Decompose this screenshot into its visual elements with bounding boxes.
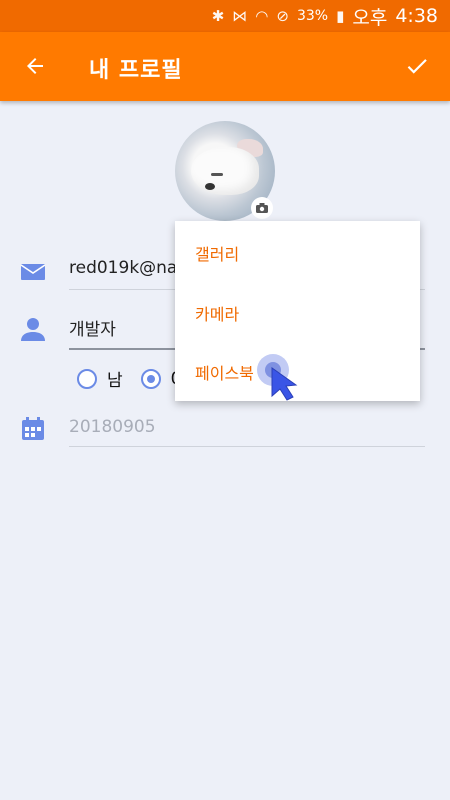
calendar-icon: [22, 417, 44, 440]
vibrate-icon: ⋈: [232, 7, 248, 25]
gender-male-radio[interactable]: [77, 368, 97, 389]
arrow-back-icon: [27, 58, 43, 74]
page-title: 내 프로필: [89, 58, 183, 83]
menu-item-facebook[interactable]: 페이스북: [195, 360, 254, 384]
name-value: 개발자: [69, 320, 116, 340]
menu-item-gallery[interactable]: 갤러리: [195, 241, 239, 265]
change-photo-button[interactable]: [251, 197, 273, 219]
ampm: 오후: [352, 6, 388, 29]
menu-item-camera[interactable]: 카메라: [195, 301, 239, 325]
gender-male-label: 남: [107, 371, 123, 391]
camera-icon: [256, 203, 268, 213]
wifi-icon: ◠: [255, 7, 269, 25]
check-icon: [407, 59, 427, 74]
avatar-image-nose: [205, 183, 215, 190]
back-button[interactable]: [18, 49, 52, 83]
confirm-button[interactable]: [400, 49, 434, 83]
app-bar: 내 프로필: [0, 32, 450, 101]
clock: 4:38: [395, 5, 438, 27]
email-value: red019k@nav: [69, 258, 188, 278]
email-icon: [20, 264, 46, 280]
avatar-image-eye: [211, 173, 223, 176]
pointer-cursor-icon: [271, 367, 298, 401]
do-not-disturb-icon: ⊘: [276, 7, 289, 25]
battery-percent: 33%: [296, 8, 329, 24]
person-icon: [21, 318, 45, 341]
gender-radio-group: 남 0: [77, 366, 189, 391]
status-bar: ✱ ⋈ ◠ ⊘ 33% ▮ 오후 4:38: [0, 0, 450, 32]
avatar-image-dog: [191, 147, 259, 195]
birthdate-field[interactable]: 20180905: [69, 417, 425, 447]
battery-charging-icon: ▮: [336, 7, 345, 25]
bluetooth-icon: ✱: [211, 7, 225, 25]
gender-female-radio[interactable]: [140, 368, 161, 389]
birthdate-value: 20180905: [69, 417, 156, 437]
